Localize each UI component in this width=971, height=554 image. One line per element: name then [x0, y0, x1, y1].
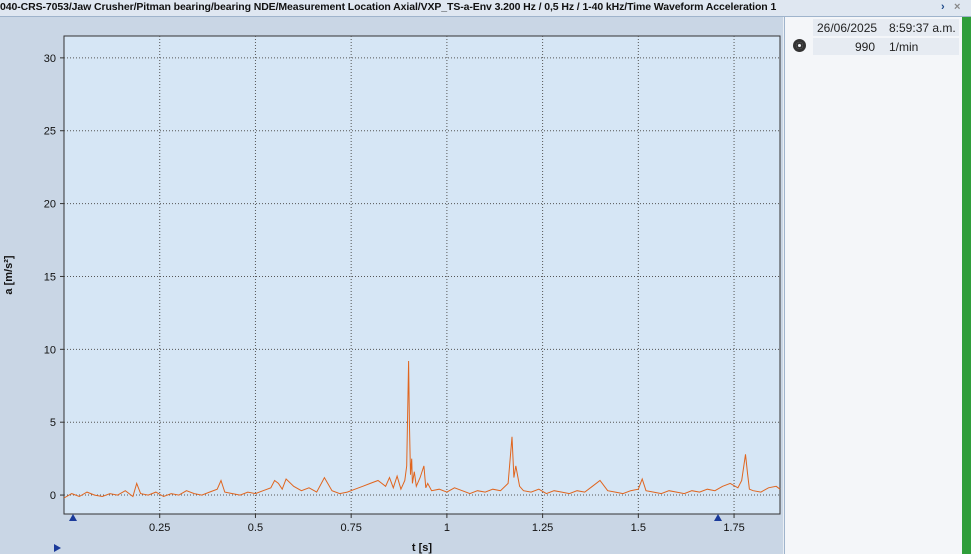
- y-axis-ticks: 0 5 10 15 20 25 30: [44, 53, 64, 502]
- y-tick-label: 30: [44, 53, 56, 65]
- x-tick-label: 0.25: [149, 522, 170, 534]
- window-titlebar: 040-CRS-7053/Jaw Crusher/Pitman bearing/…: [0, 0, 971, 17]
- y-tick-label: 10: [44, 344, 56, 356]
- speed-icon: [793, 39, 806, 52]
- y-tick-label: 0: [50, 490, 56, 502]
- status-bar: [962, 17, 971, 554]
- x-axis-ticks: 0.25 0.5 0.75 1 1.25 1.5 1.75: [149, 514, 745, 534]
- measurement-date: 26/06/2025: [817, 21, 878, 35]
- waveform-chart[interactable]: 0 5 10 15 20 25 30 0.25 0.5 0.75 1 1.25 1.5 1.75 a […: [0, 17, 783, 554]
- y-tick-label: 15: [44, 271, 56, 283]
- x-tick-label: 0.75: [340, 522, 361, 534]
- cursor-left-marker-icon[interactable]: [69, 514, 77, 521]
- close-icon[interactable]: ×: [954, 1, 960, 14]
- cursor-right-marker-icon[interactable]: [714, 514, 722, 521]
- expand-icon[interactable]: ›: [941, 1, 945, 14]
- x-tick-label: 0.5: [248, 522, 263, 534]
- info-panel: 26/06/2025 8:59:37 a.m. 990 1/min: [784, 17, 963, 554]
- y-tick-label: 5: [50, 417, 56, 429]
- x-tick-label: 1.25: [532, 522, 553, 534]
- x-tick-label: 1.75: [723, 522, 744, 534]
- x-tick-label: 1.5: [631, 522, 646, 534]
- y-tick-label: 20: [44, 199, 56, 211]
- window-title: 040-CRS-7053/Jaw Crusher/Pitman bearing/…: [0, 1, 777, 13]
- x-tick-label: 1: [444, 522, 450, 534]
- scroll-right-icon[interactable]: [54, 544, 61, 552]
- measurement-time: 8:59:37 a.m.: [889, 21, 956, 35]
- speed-unit: 1/min: [889, 40, 919, 54]
- y-axis-title: a [m/s²]: [3, 255, 15, 294]
- x-axis-title: t [s]: [412, 542, 433, 554]
- speed-value: 990: [854, 40, 875, 54]
- plot-background: [63, 35, 781, 515]
- y-tick-label: 25: [44, 126, 56, 138]
